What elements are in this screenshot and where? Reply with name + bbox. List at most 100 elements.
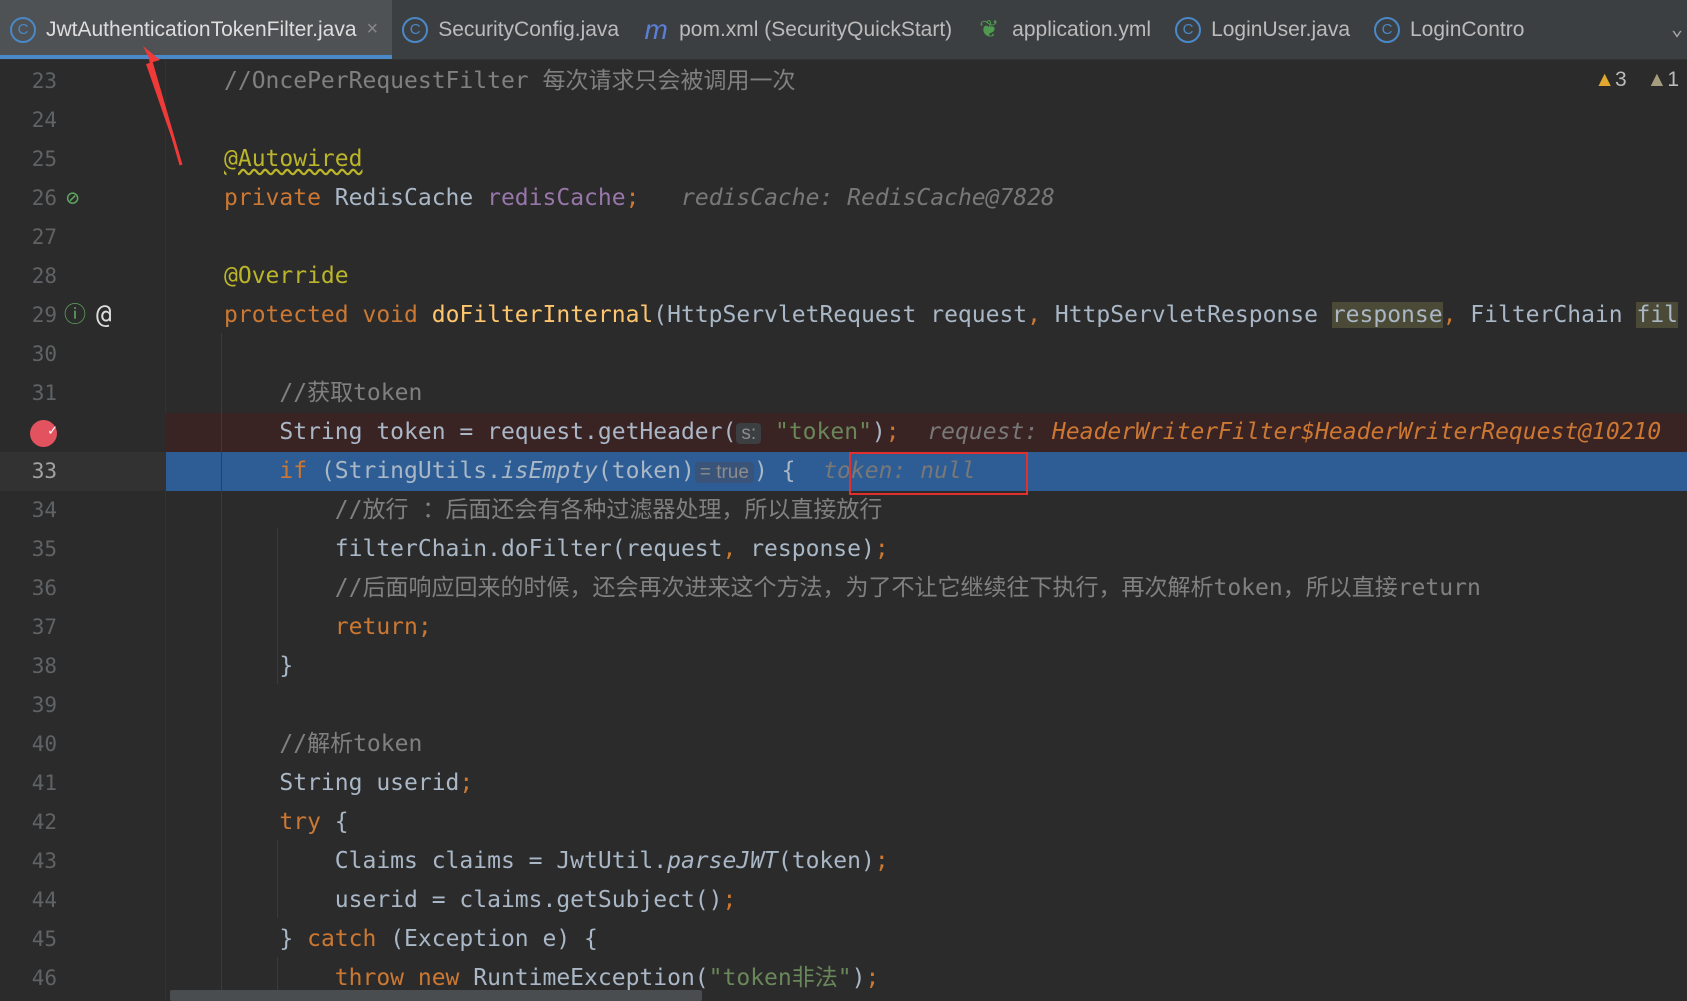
code-token: String token = request.getHeader( xyxy=(224,419,737,445)
line-number: 45 xyxy=(31,927,57,951)
tab-overflow-chevron-icon[interactable]: ⌄ xyxy=(1671,16,1683,40)
code-text: try { xyxy=(224,803,349,842)
parameter-hint: s: xyxy=(736,423,762,444)
code-line: 34 //放行 ：后面还会有各种过滤器处理，所以直接放行 xyxy=(0,491,1687,530)
code-token: , xyxy=(1442,302,1471,328)
code-line: 23 //OncePerRequestFilter 每次请求只会被调用一次 xyxy=(0,62,1687,101)
code-token: (StringUtils. xyxy=(320,458,501,484)
code-text: } catch (Exception e) { xyxy=(224,920,598,959)
code-line: 29 ⓘ @ protected void doFilterInternal(Http… xyxy=(0,296,1687,335)
code-token: throw new xyxy=(224,965,474,991)
code-token: { xyxy=(334,809,349,835)
code-line: 37 return; xyxy=(0,608,1687,647)
annotation-icon[interactable]: @ xyxy=(96,296,112,335)
tab-application-yml[interactable]: ❦ application.yml xyxy=(966,0,1165,59)
close-tab-icon[interactable]: × xyxy=(367,18,379,41)
code-line: 45 } catch (Exception e) { xyxy=(0,920,1687,959)
debug-inline-value: request: xyxy=(899,419,1052,445)
breakpoint-line: ✓ String token = request.getHeader(s: "t… xyxy=(0,413,1687,452)
tab-label: LoginUser.java xyxy=(1211,17,1350,41)
code-line: 25 @Autowired xyxy=(0,140,1687,179)
line-number: 28 xyxy=(31,264,57,288)
code-token: (token) xyxy=(597,458,695,484)
breakpoint-verified-icon[interactable]: ✓ xyxy=(30,420,57,447)
code-line: 24 xyxy=(0,101,1687,140)
code-token: private xyxy=(224,185,335,211)
code-token: parseJWT xyxy=(667,848,778,874)
line-number: 43 xyxy=(31,849,57,873)
code-editor[interactable]: 23 //OncePerRequestFilter 每次请求只会被调用一次 24 25… xyxy=(0,60,1687,1001)
horizontal-scrollbar[interactable] xyxy=(170,990,702,1001)
line-number: 34 xyxy=(31,498,57,522)
tab-logincontro[interactable]: C LoginContro xyxy=(1364,0,1538,59)
code-text: //获取token xyxy=(224,374,422,413)
line-number: 42 xyxy=(31,810,57,834)
code-line: 39 xyxy=(0,686,1687,725)
line-number: 46 xyxy=(31,966,57,990)
code-token: (token) xyxy=(777,848,875,874)
code-text: @Override xyxy=(224,257,349,296)
code-text: userid = claims.getSubject(); xyxy=(224,881,737,920)
code-token: , xyxy=(1027,302,1055,328)
code-token: "token非法" xyxy=(708,965,852,991)
overrides-method-icon[interactable]: ⓘ xyxy=(64,296,86,335)
code-token: response) xyxy=(750,536,875,562)
code-line: 38 } xyxy=(0,647,1687,686)
code-line: 36 //后面响应回来的时候，还会再次进来这个方法，为了不让它继续往下执行，再次… xyxy=(0,569,1687,608)
code-token: redisCache xyxy=(487,185,626,211)
code-line: 40 //解析token xyxy=(0,725,1687,764)
code-token: Claims claims = JwtUtil. xyxy=(224,848,668,874)
code-line: 35 filterChain.doFilter(request, respons… xyxy=(0,530,1687,569)
tab-securityconfig-java[interactable]: C SecurityConfig.java xyxy=(392,0,633,59)
code-token: doFilterInternal xyxy=(431,302,654,328)
indent-guide xyxy=(277,840,278,918)
code-token: HttpServletResponse xyxy=(1054,302,1332,328)
autowired-bean-icon[interactable]: ⊘ xyxy=(66,179,79,218)
code-token: ; xyxy=(885,419,900,445)
debug-inline-value: redisCache: RedisCache@7828 xyxy=(639,185,1055,211)
tab-label: application.yml xyxy=(1012,17,1152,41)
code-token: } xyxy=(224,653,294,679)
editor-tab-bar: C JwtAuthenticationTokenFilter.java × C Secu… xyxy=(0,0,1687,60)
line-number: 25 xyxy=(31,147,57,171)
code-text: private RedisCache redisCache; redisCach… xyxy=(224,179,1055,218)
code-line: 26 ⊘ private RedisCache redisCache; redisC… xyxy=(0,179,1687,218)
code-token: ; xyxy=(459,770,474,796)
class-icon: C xyxy=(10,16,36,43)
class-icon: C xyxy=(1175,16,1202,43)
inspection-widget[interactable]: ▲3 ▲1 xyxy=(1594,68,1679,92)
tab-label: pom.xml (SecurityQuickStart) xyxy=(679,17,953,41)
code-token: ; xyxy=(625,185,640,211)
code-token: ) xyxy=(851,965,866,991)
code-line: 43 Claims claims = JwtUtil.parseJWT(toke… xyxy=(0,842,1687,881)
code-token: (Exception e) { xyxy=(390,926,598,952)
class-icon: C xyxy=(1374,16,1400,43)
code-text: filterChain.doFilter(request, response); xyxy=(224,530,889,569)
code-token: FilterChain xyxy=(1470,302,1637,328)
line-number: 41 xyxy=(31,771,57,795)
code-text: } xyxy=(224,647,293,686)
code-token: ) xyxy=(871,419,886,445)
code-line: 27 xyxy=(0,218,1687,257)
line-number: 29 xyxy=(31,303,57,327)
line-number: 31 xyxy=(31,381,57,405)
tab-jwtauthenticationtokenfilter-java[interactable]: C JwtAuthenticationTokenFilter.java × xyxy=(0,0,393,59)
code-text: @Autowired xyxy=(224,140,362,179)
code-token: ; xyxy=(874,536,889,562)
code-line: 31 //获取token xyxy=(0,374,1687,413)
code-text: Claims claims = JwtUtil.parseJWT(token); xyxy=(224,842,889,881)
tab-loginuser-java[interactable]: C LoginUser.java xyxy=(1165,0,1364,59)
tab-pom-xml-securityquickstart[interactable]: m pom.xml (SecurityQuickStart) xyxy=(633,0,966,59)
code-text: String userid; xyxy=(224,764,473,803)
line-number: 26 xyxy=(31,186,57,210)
code-token: try xyxy=(224,809,335,835)
line-number: 38 xyxy=(31,654,57,678)
line-number: 36 xyxy=(31,576,57,600)
code-token: //后面响应回来的时候，还会再次进来这个方法，为了不让它继续往下执行，再次解析t… xyxy=(224,575,1481,601)
indent-guide xyxy=(221,333,222,1001)
code-line: 41 String userid; xyxy=(0,764,1687,803)
line-number: 23 xyxy=(31,69,57,93)
code-line: 44 userid = claims.getSubject(); xyxy=(0,881,1687,920)
code-token: catch xyxy=(307,926,391,952)
maven-icon: m xyxy=(644,13,668,45)
